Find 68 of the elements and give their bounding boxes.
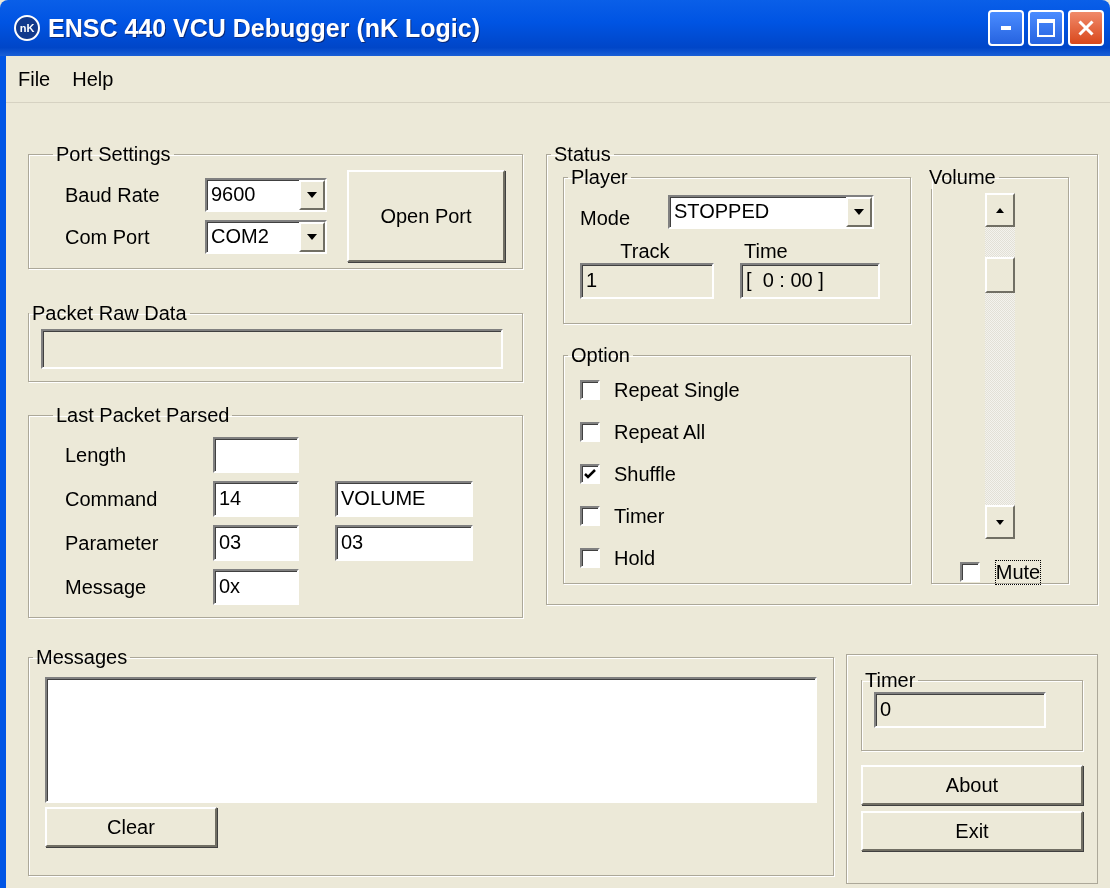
- group-label: Option: [570, 344, 631, 367]
- caret-icon: [307, 234, 317, 240]
- down-arrow-icon: [996, 519, 1004, 525]
- text-field[interactable]: [213, 437, 299, 473]
- dialog-button[interactable]: About: [861, 765, 1083, 805]
- checkbox[interactable]: [580, 464, 600, 484]
- group-label: Timer: [864, 669, 917, 692]
- text-field[interactable]: VOLUME: [335, 481, 473, 517]
- time-field[interactable]: [ 0 : 00 ]: [740, 263, 880, 299]
- group-label: Port Settings: [55, 143, 172, 166]
- dropdown[interactable]: COM2: [205, 220, 327, 254]
- close-icon: [1078, 20, 1094, 36]
- scroll-up-button[interactable]: [985, 193, 1015, 227]
- app-logo: nK: [14, 15, 40, 41]
- caret-icon: [307, 192, 317, 198]
- group-label: Packet Raw Data: [31, 302, 188, 325]
- field-label: Track: [620, 240, 670, 263]
- group-label: Messages: [35, 646, 129, 669]
- scroll-track[interactable]: [985, 193, 1015, 539]
- checkbox[interactable]: [580, 380, 600, 400]
- field-label: Parameter: [65, 531, 160, 555]
- group-label: Player: [570, 166, 629, 189]
- raw-data-field[interactable]: [41, 329, 503, 369]
- checkbox[interactable]: [580, 506, 600, 526]
- text-field[interactable]: 03: [335, 525, 473, 561]
- scroll-down-button[interactable]: [985, 505, 1015, 539]
- clear-button[interactable]: Clear: [45, 807, 217, 847]
- check-icon: [584, 469, 596, 479]
- field-label: Message: [65, 575, 148, 599]
- field-label: Time: [744, 240, 789, 263]
- field-label: Com Port: [65, 225, 151, 249]
- up-arrow-icon: [996, 207, 1004, 213]
- dialog-button[interactable]: Exit: [861, 811, 1083, 851]
- checkbox-label[interactable]: Mute: [995, 560, 1041, 584]
- dropdown[interactable]: STOPPED: [668, 194, 874, 229]
- field-label: Mode: [580, 206, 632, 230]
- checkbox-label[interactable]: Timer: [614, 504, 665, 528]
- caret-icon: [854, 208, 864, 215]
- group-label: Status: [553, 143, 612, 166]
- dropdown[interactable]: 9600: [205, 178, 327, 212]
- checkbox-label[interactable]: Repeat Single: [614, 378, 740, 402]
- maximize-button[interactable]: [1028, 10, 1064, 46]
- checkbox[interactable]: [580, 422, 600, 442]
- field-label: Length: [65, 443, 128, 467]
- close-button[interactable]: [1068, 10, 1104, 46]
- field-label: Command: [65, 487, 159, 511]
- messages-box[interactable]: [45, 677, 817, 803]
- checkbox[interactable]: [580, 548, 600, 568]
- maximize-icon: [1037, 19, 1055, 37]
- timer-field[interactable]: 0: [874, 692, 1046, 728]
- minimize-button[interactable]: [988, 10, 1024, 46]
- window-title: ENSC 440 VCU Debugger (nK Logic): [48, 13, 481, 43]
- scroll-thumb[interactable]: [985, 257, 1015, 293]
- text-field[interactable]: 14: [213, 481, 299, 517]
- text-field[interactable]: 03: [213, 525, 299, 561]
- group-label: Volume: [928, 166, 997, 189]
- track-field[interactable]: 1: [580, 263, 714, 299]
- field-label: Baud Rate: [65, 183, 161, 207]
- checkbox-label[interactable]: Hold: [614, 546, 656, 570]
- menu-item[interactable]: File: [18, 67, 51, 91]
- open-port-button[interactable]: Open Port: [347, 170, 505, 262]
- checkbox-label[interactable]: Shuffle: [614, 462, 676, 486]
- minimize-icon: [1001, 26, 1011, 30]
- menu-item[interactable]: Help: [72, 67, 114, 91]
- text-field[interactable]: 0x: [213, 569, 299, 605]
- checkbox-label[interactable]: Repeat All: [614, 420, 706, 444]
- group-label: Last Packet Parsed: [55, 404, 231, 427]
- checkbox[interactable]: [959, 562, 980, 582]
